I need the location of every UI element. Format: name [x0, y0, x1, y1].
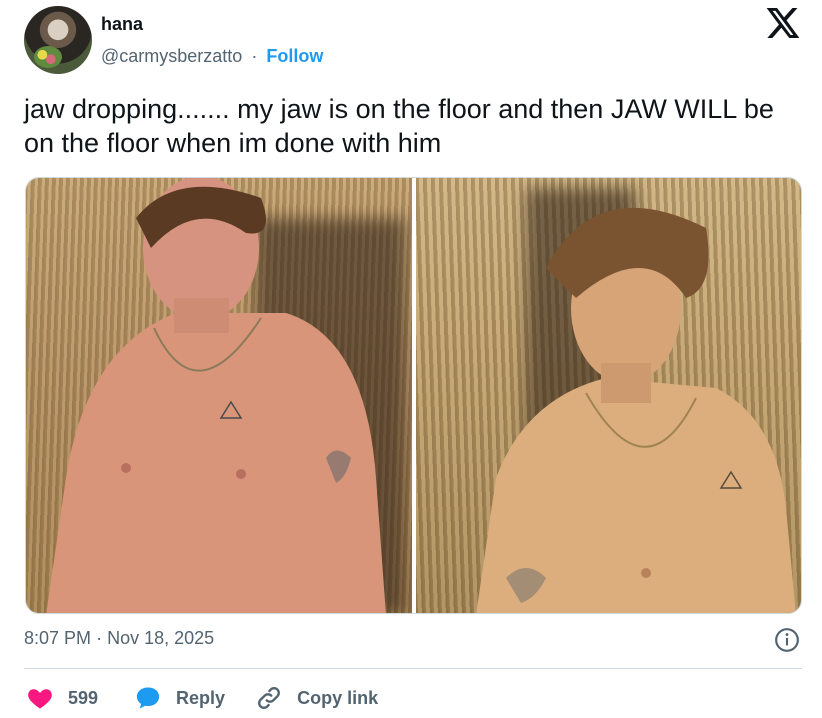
shirtless-man-figure-left	[46, 178, 386, 613]
shirtless-man-figure-right	[476, 207, 796, 613]
link-icon	[258, 687, 280, 709]
tweet-timestamp[interactable]: 8:07 PM · Nov 18, 2025	[24, 628, 214, 649]
handle-separator: ·	[251, 46, 258, 66]
author-handle[interactable]: @carmysberzatto	[101, 46, 242, 66]
heart-icon	[28, 689, 52, 709]
tweet-time: 8:07 PM	[24, 628, 92, 648]
timestamp-separator: ·	[96, 628, 103, 648]
media-photo-left[interactable]	[26, 178, 412, 613]
like-button[interactable]: 599	[26, 684, 98, 712]
author-handle-row: @carmysberzatto · Follow	[101, 46, 323, 67]
author-name[interactable]: hana	[101, 14, 143, 35]
avatar[interactable]	[24, 6, 92, 74]
speech-bubble-icon	[136, 687, 160, 709]
tweet-media[interactable]	[25, 177, 802, 614]
info-icon[interactable]	[774, 627, 800, 653]
reply-button[interactable]: Reply	[134, 684, 225, 712]
x-logo-icon[interactable]	[766, 8, 800, 38]
tweet-text: jaw dropping....... my jaw is on the flo…	[24, 94, 774, 158]
divider	[24, 668, 802, 669]
avatar-bouquet	[34, 46, 62, 68]
media-photo-right[interactable]	[416, 178, 801, 613]
copy-link-button[interactable]: Copy link	[255, 684, 378, 712]
copy-link-label: Copy link	[297, 687, 379, 708]
action-bar: 599 Reply Copy link	[26, 683, 378, 713]
like-count: 599	[68, 687, 99, 708]
reply-label: Reply	[176, 687, 226, 708]
tweet-card: hana @carmysberzatto · Follow jaw droppi…	[0, 0, 822, 718]
follow-button[interactable]: Follow	[266, 46, 323, 66]
tweet-date: Nov 18, 2025	[107, 628, 215, 648]
